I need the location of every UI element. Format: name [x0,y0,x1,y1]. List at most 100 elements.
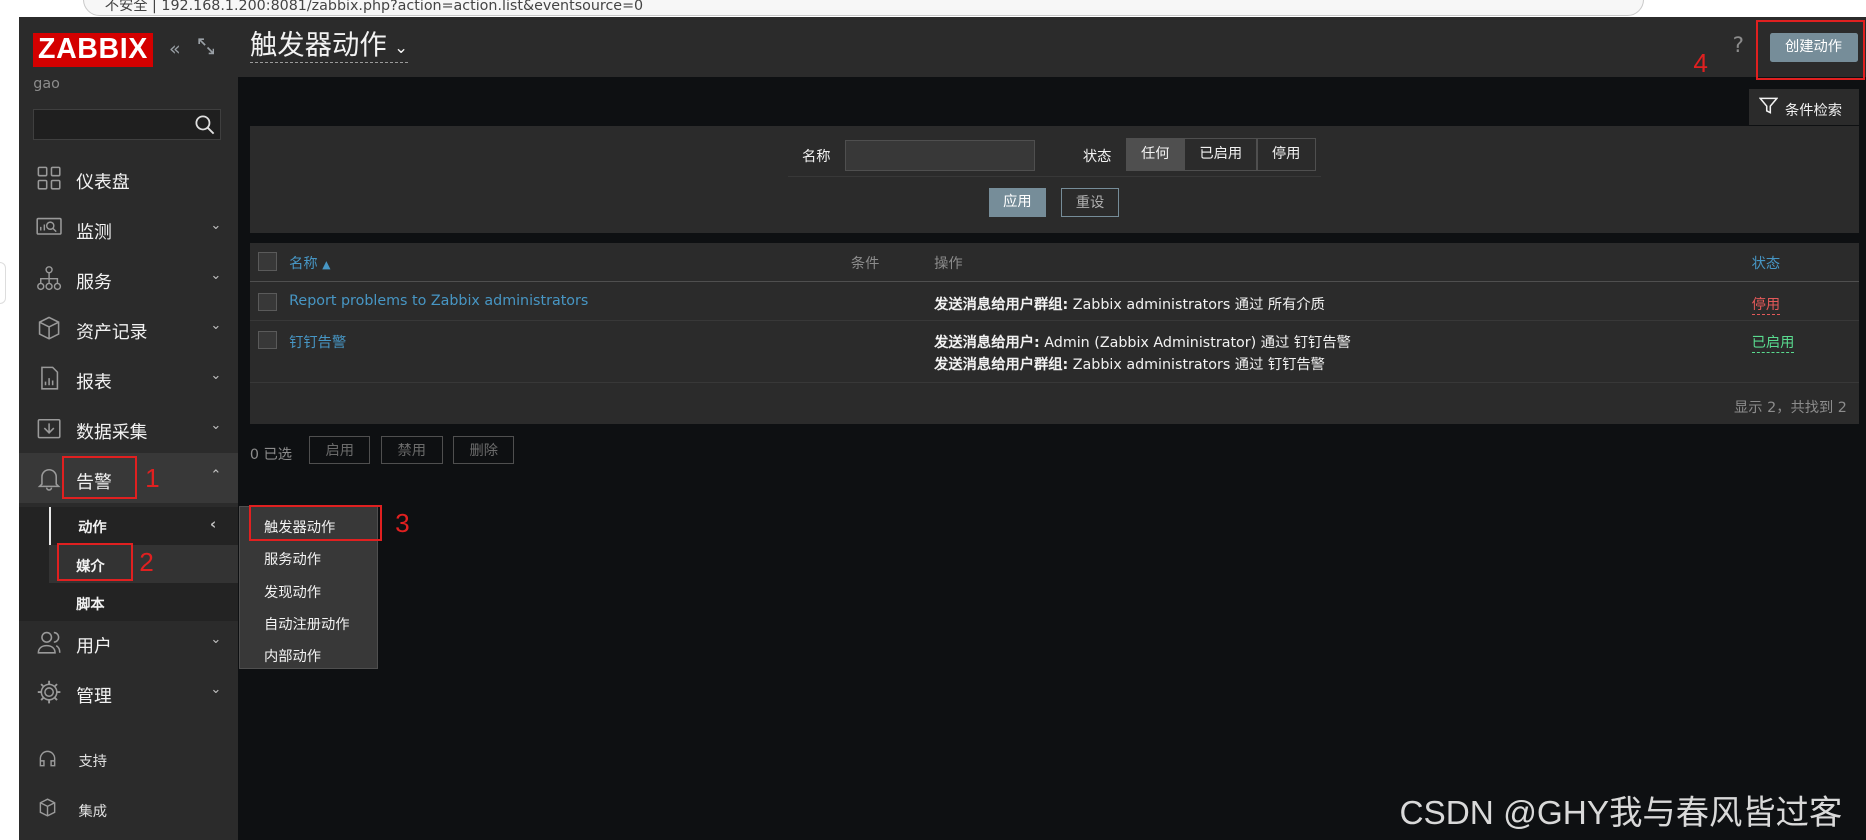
column-header-operations: 操作 [934,256,963,273]
sidebar-item-label: 集成 [78,803,108,820]
annotation-box-media [57,542,134,581]
sidebar-item-reports[interactable]: 报表 ⌄ [19,353,238,403]
operation-detail: Zabbix administrators 通过 钉钉告警 [1068,357,1325,374]
sidebar-item-label: 管理 [76,685,112,707]
mass-disable-button[interactable]: 禁用 [380,435,443,465]
sort-asc-icon: ▲ [322,258,331,272]
status-option-any[interactable]: 任何 [1125,138,1185,171]
menu-label: 内部动作 [263,648,322,665]
headset-icon [39,750,56,766]
status-option-disabled[interactable]: 停用 [1256,138,1316,171]
sidebar-item-monitoring[interactable]: 监测 ⌄ [19,203,238,253]
edge-tab[interactable] [0,261,6,305]
filter-panel: 名称 状态 任何 已启用 停用 应用 重设 [249,126,1859,234]
menu-item-autoregistration-actions[interactable]: 自动注册动作 [240,606,379,637]
menu-item-service-actions[interactable]: 服务动作 [240,541,379,572]
sidebar: ZABBIX « gao 仪表盘 监测 ⌄ 服务 ⌄ 资产记录 ⌄ 报表 ⌄ 数… [19,16,240,840]
page-header: 触发器动作 ⌄ ? 创建动作 [238,16,1866,78]
operation-text: 发送消息给用户: Admin (Zabbix Administrator) 通过… [934,331,1351,352]
row-checkbox[interactable] [258,330,277,350]
submenu-item-scripts[interactable]: 脚本 [49,583,238,621]
status-toggle[interactable]: 已启用 [1751,331,1795,353]
operation-label: 发送消息给用户: [934,334,1040,351]
chevron-down-icon: ⌄ [210,317,222,333]
page-title-dropdown[interactable]: 触发器动作 ⌄ [249,30,409,63]
annotation-number: 3 [395,508,410,539]
reports-icon [40,366,58,390]
filter-icon [1758,97,1778,115]
operation-detail: Admin (Zabbix Administrator) 通过 钉钉告警 [1039,334,1351,351]
chevron-left-icon: ‹ [209,515,217,534]
sidebar-item-support[interactable]: 支持 [19,739,238,777]
help-icon[interactable]: ? [1733,33,1744,58]
annotation-number: 1 [145,462,160,493]
select-all-checkbox[interactable] [258,252,277,271]
filter-status-label: 状态 [1082,149,1112,166]
sidebar-item-integrations[interactable]: 集成 [19,789,238,827]
chevron-down-icon: ⌄ [394,38,409,58]
column-header-name[interactable]: 名称 ▲ [289,252,330,273]
operation-text: 发送消息给用户群组: Zabbix administrators 通过 所有介质 [934,293,1325,314]
data-collection-icon [37,419,61,439]
row-divider [249,381,1859,384]
kiosk-mode-icon[interactable] [197,38,215,60]
inventory-icon [38,316,60,340]
sidebar-item-inventory[interactable]: 资产记录 ⌄ [19,303,238,353]
url-text: 不安全 | 192.168.1.200:8081/zabbix.php?acti… [104,0,644,15]
action-name-link[interactable]: 钉钉告警 [289,331,346,352]
table-header-divider [249,280,1859,283]
sidebar-item-administration[interactable]: 管理 ⌄ [19,668,238,718]
submenu-label: 脚本 [76,596,105,613]
mass-enable-button[interactable]: 启用 [309,435,371,465]
apply-button[interactable]: 应用 [988,188,1046,217]
operation-text: 发送消息给用户群组: Zabbix administrators 通过 钉钉告警 [934,353,1325,374]
actions-table: 名称 ▲ 条件 操作 状态 Report problems to Zabbix … [249,242,1859,424]
monitoring-icon [36,218,62,236]
chevron-down-icon: ⌄ [210,681,222,697]
column-header-status[interactable]: 状态 [1752,252,1781,273]
annotation-number: 4 [1693,47,1708,78]
annotation-box-alerts [61,455,137,499]
zabbix-logo[interactable]: ZABBIX [33,33,153,67]
search-icon[interactable] [194,114,215,135]
bell-icon [37,469,61,491]
sidebar-item-data-collection[interactable]: 数据采集 ⌄ [19,403,238,453]
row-divider [249,320,1859,322]
chevron-down-icon: ⌄ [210,367,222,383]
paging-summary: 显示 2，共找到 2 [1734,400,1847,417]
sidebar-item-users[interactable]: 用户 ⌄ [19,618,238,668]
reset-button[interactable]: 重设 [1061,188,1119,217]
row-checkbox[interactable] [258,292,277,312]
status-toggle[interactable]: 停用 [1751,293,1781,315]
menu-item-internal-actions[interactable]: 内部动作 [240,638,379,669]
main-content: 触发器动作 ⌄ ? 创建动作 条件检索 名称 状态 任何 已启用 停用 应用 重… [238,16,1866,840]
chevron-down-icon: ⌄ [210,217,222,233]
filter-tab[interactable]: 条件检索 [1749,89,1859,125]
action-name-link[interactable]: Report problems to Zabbix administrators [289,293,588,309]
sidebar-item-label: 支持 [78,753,108,770]
menu-item-discovery-actions[interactable]: 发现动作 [240,573,379,604]
sidebar-username: gao [33,76,60,93]
menu-label: 服务动作 [263,552,322,569]
filter-name-input[interactable] [844,140,1035,171]
dashboard-icon [37,166,61,190]
chevron-down-icon: ⌄ [210,631,222,647]
sidebar-item-dashboard[interactable]: 仪表盘 [19,154,238,204]
sidebar-item-label: 资产记录 [76,321,148,343]
gear-icon [37,681,61,704]
sidebar-search-input[interactable] [33,109,221,141]
operation-label: 发送消息给用户群组: [934,296,1069,313]
annotation-box-trigger-actions [248,504,382,542]
sidebar-item-label: 数据采集 [76,421,148,443]
mass-delete-button[interactable]: 删除 [453,435,515,465]
users-icon [37,632,61,655]
watermark: CSDN @GHY我与春风皆过客 [1399,795,1843,833]
status-option-enabled[interactable]: 已启用 [1184,138,1258,171]
collapse-sidebar-icon[interactable]: « [169,38,181,60]
screen: 不安全 | 192.168.1.200:8081/zabbix.php?acti… [0,0,1866,840]
operation-label: 发送消息给用户群组: [934,357,1069,374]
sidebar-item-label: 服务 [76,271,112,293]
sidebar-item-services[interactable]: 服务 ⌄ [19,253,238,303]
submenu-item-actions[interactable]: 动作 ‹ [48,506,240,545]
annotation-number: 2 [139,547,154,578]
